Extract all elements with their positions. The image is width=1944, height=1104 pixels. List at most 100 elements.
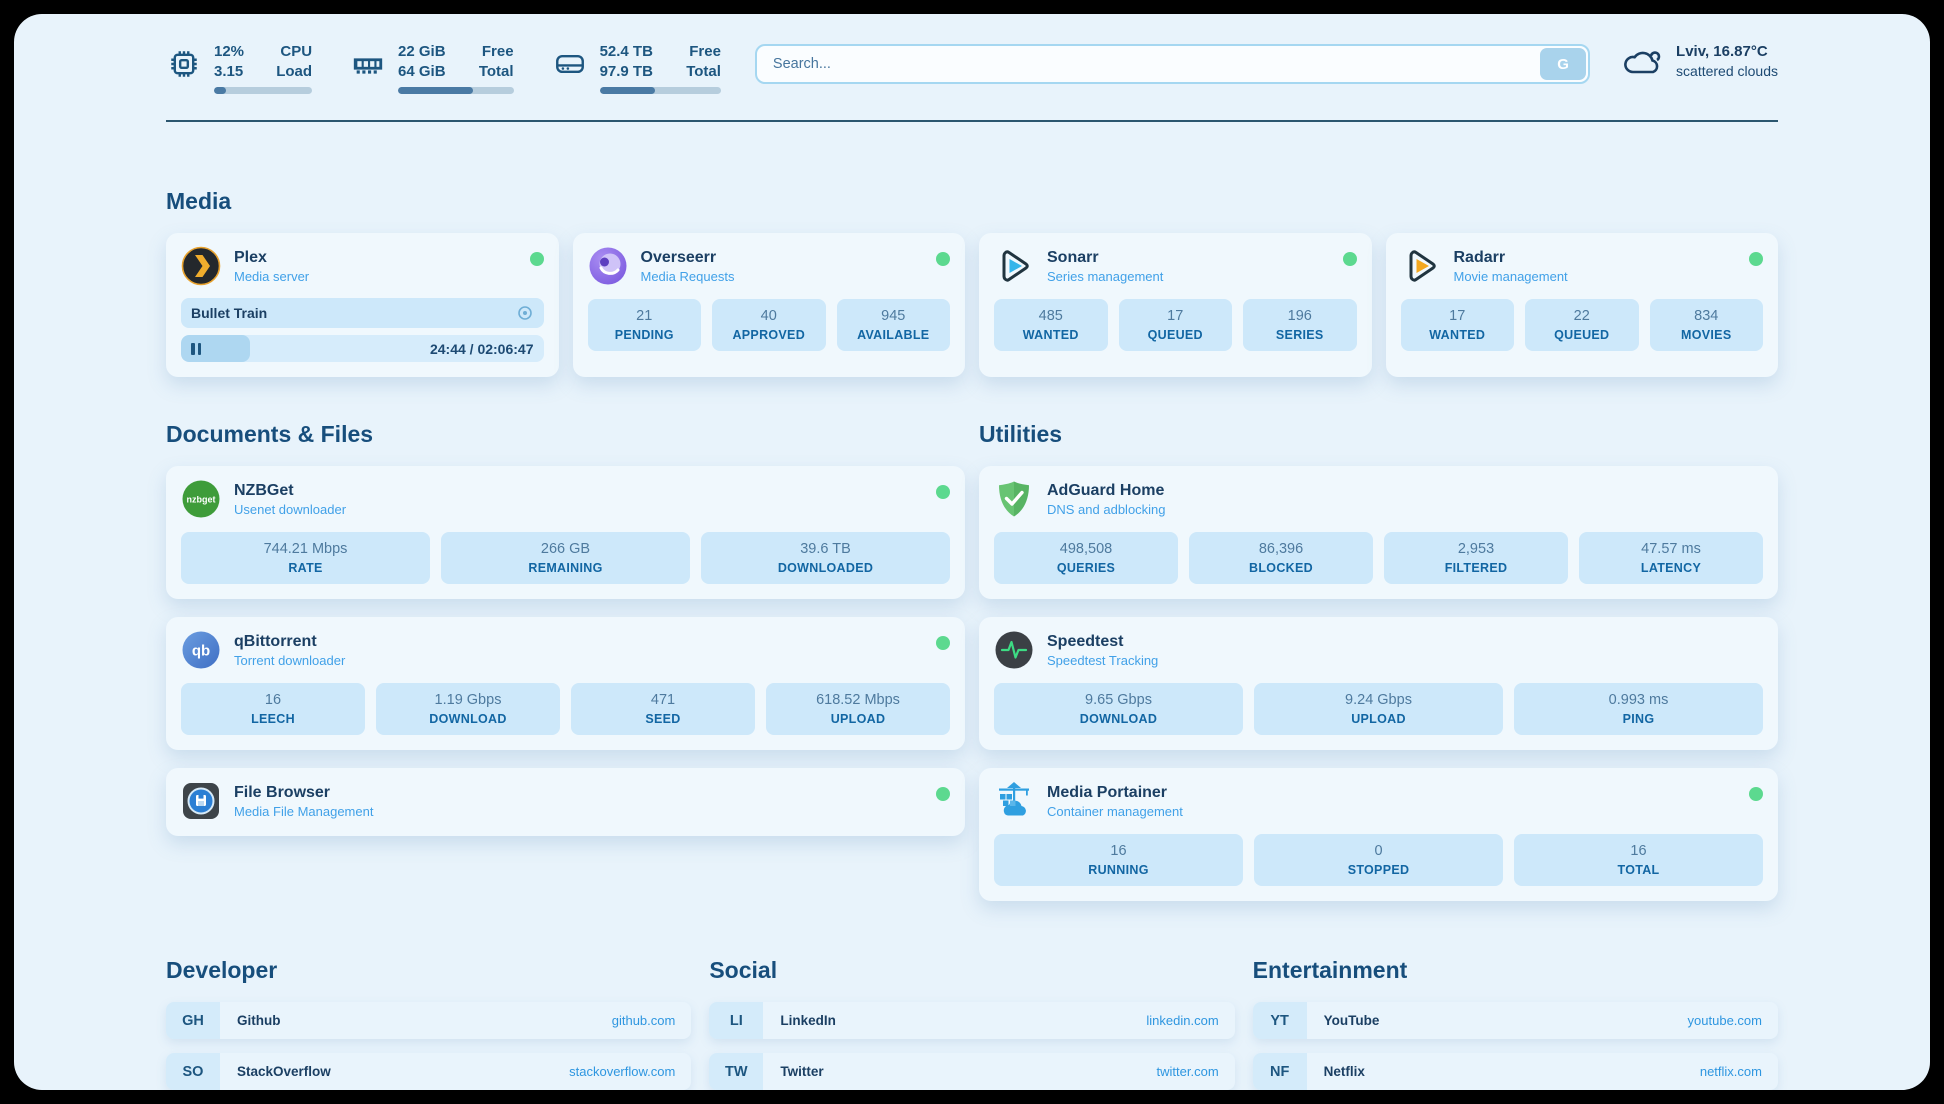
link-stackoverflow[interactable]: SO StackOverflow stackoverflow.com: [166, 1053, 691, 1090]
now-playing-row: Bullet Train: [181, 298, 544, 328]
adguard-icon: [994, 479, 1034, 519]
weather-widget: Lviv, 16.87°C scattered clouds: [1620, 42, 1778, 81]
stackoverflow-abbr-icon: SO: [166, 1053, 220, 1090]
cloud-icon: [1620, 44, 1664, 80]
stat-stopped: 0 STOPPED: [1254, 834, 1503, 886]
speedtest-icon: [994, 630, 1034, 670]
app-card-plex[interactable]: Plex Media server Bullet Train: [166, 233, 559, 377]
status-dot: [936, 485, 950, 499]
app-card-speedtest[interactable]: Speedtest Speedtest Tracking 9.65 Gbps D…: [979, 617, 1778, 750]
cpu-label-1: CPU: [270, 42, 312, 62]
system-stats: 12% 3.15 CPU Load: [166, 42, 721, 94]
disk-total: 97.9 TB: [600, 62, 653, 82]
header: 12% 3.15 CPU Load: [166, 14, 1778, 94]
stat-blocked: 86,396 BLOCKED: [1189, 532, 1373, 584]
section-title-utilities: Utilities: [979, 421, 1778, 448]
stat-wanted: 17 WANTED: [1401, 299, 1515, 351]
ram-total: 64 GiB: [398, 62, 446, 82]
stat-downloaded: 39.6 TB DOWNLOADED: [701, 532, 950, 584]
cpu-icon: [166, 42, 202, 86]
status-dot: [936, 252, 950, 266]
disk-label-1: Free: [679, 42, 721, 62]
google-search-button[interactable]: G: [1540, 48, 1586, 80]
pause-icon[interactable]: [191, 343, 201, 355]
link-linkedin[interactable]: LI LinkedIn linkedin.com: [709, 1002, 1234, 1039]
link-github[interactable]: GH Github github.com: [166, 1002, 691, 1039]
stat-total: 16 TOTAL: [1514, 834, 1763, 886]
app-card-sonarr[interactable]: Sonarr Series management 485 WANTED 17 Q…: [979, 233, 1372, 377]
disk-progress-fill: [600, 87, 656, 94]
radarr-icon: [1401, 246, 1441, 286]
section-title-social: Social: [709, 957, 1234, 984]
stat-available: 945 AVAILABLE: [837, 299, 951, 351]
app-subtitle: Series management: [1047, 268, 1330, 286]
status-dot: [530, 252, 544, 266]
status-dot: [1749, 787, 1763, 801]
app-title: Overseerr: [641, 247, 924, 268]
link-twitter[interactable]: TW Twitter twitter.com: [709, 1053, 1234, 1090]
status-dot: [1749, 252, 1763, 266]
stat-rate: 744.21 Mbps RATE: [181, 532, 430, 584]
weather-condition: scattered clouds: [1676, 62, 1778, 81]
svg-text:qb: qb: [192, 643, 210, 660]
app-card-overseerr[interactable]: Overseerr Media Requests 21 PENDING 40 A…: [573, 233, 966, 377]
playback-progress: 24:44 / 02:06:47: [181, 335, 544, 362]
search-input[interactable]: [755, 44, 1590, 84]
stat-queued: 17 QUEUED: [1119, 299, 1233, 351]
status-dot: [936, 787, 950, 801]
cpu-load-avg: 3.15: [214, 62, 244, 82]
developer-column: Developer GH Github github.com SO StackO…: [166, 901, 691, 1090]
section-title-developer: Developer: [166, 957, 691, 984]
stat-pending: 21 PENDING: [588, 299, 702, 351]
app-card-portainer[interactable]: Media Portainer Container management 16 …: [979, 768, 1778, 901]
header-divider: [166, 120, 1778, 122]
app-title: qBittorrent: [234, 631, 923, 652]
app-title: Sonarr: [1047, 247, 1330, 268]
app-title: File Browser: [234, 782, 923, 803]
stat-approved: 40 APPROVED: [712, 299, 826, 351]
weather-location: Lviv, 16.87°C: [1676, 42, 1778, 62]
disk-progress-track: [600, 87, 721, 94]
entertainment-column: Entertainment YT YouTube youtube.com NF …: [1253, 901, 1778, 1090]
utilities-column: Utilities AdGuard Home: [979, 377, 1778, 901]
app-title: Speedtest: [1047, 631, 1763, 652]
link-youtube[interactable]: YT YouTube youtube.com: [1253, 1002, 1778, 1039]
media-grid: Plex Media server Bullet Train: [166, 233, 1778, 377]
social-column: Social LI LinkedIn linkedin.com TW Twitt…: [709, 901, 1234, 1090]
app-card-filebrowser[interactable]: File Browser Media File Management: [166, 768, 965, 836]
cpu-stat: 12% 3.15 CPU Load: [166, 42, 312, 94]
youtube-abbr-icon: YT: [1253, 1002, 1307, 1039]
app-subtitle: Media File Management: [234, 803, 923, 821]
playback-time: 24:44 / 02:06:47: [430, 341, 534, 357]
app-card-radarr[interactable]: Radarr Movie management 17 WANTED 22 QUE…: [1386, 233, 1779, 377]
stat-series: 196 SERIES: [1243, 299, 1357, 351]
qbittorrent-icon: qb: [181, 630, 221, 670]
ram-label-2: Total: [472, 62, 514, 82]
app-card-adguard[interactable]: AdGuard Home DNS and adblocking 498,508 …: [979, 466, 1778, 599]
app-subtitle: Media Requests: [641, 268, 924, 286]
now-playing-title: Bullet Train: [191, 305, 516, 321]
ram-progress-track: [398, 87, 514, 94]
portainer-icon: [994, 781, 1034, 821]
ram-icon: [350, 42, 386, 86]
ram-stat: 22 GiB 64 GiB Free Total: [350, 42, 514, 94]
twitter-abbr-icon: TW: [709, 1053, 763, 1090]
link-netflix[interactable]: NF Netflix netflix.com: [1253, 1053, 1778, 1090]
session-icon[interactable]: [516, 304, 534, 322]
dashboard-panel: 12% 3.15 CPU Load: [14, 14, 1930, 1090]
app-title: NZBGet: [234, 480, 923, 501]
stat-latency: 47.57 ms LATENCY: [1579, 532, 1763, 584]
disk-free: 52.4 TB: [600, 42, 653, 62]
stat-download: 9.65 Gbps DOWNLOAD: [994, 683, 1243, 735]
app-subtitle: DNS and adblocking: [1047, 501, 1763, 519]
ram-progress-fill: [398, 87, 473, 94]
cpu-label-2: Load: [270, 62, 312, 82]
app-subtitle: Torrent downloader: [234, 652, 923, 670]
dashboard: 12% 3.15 CPU Load: [0, 0, 1944, 1104]
stat-wanted: 485 WANTED: [994, 299, 1108, 351]
search-bar: G: [755, 44, 1590, 84]
app-card-qbittorrent[interactable]: qb qBittorrent Torrent downloader 16: [166, 617, 965, 750]
stat-running: 16 RUNNING: [994, 834, 1243, 886]
stat-download: 1.19 Gbps DOWNLOAD: [376, 683, 560, 735]
app-card-nzbget[interactable]: nzbget NZBGet Usenet downloader 744.21 M…: [166, 466, 965, 599]
